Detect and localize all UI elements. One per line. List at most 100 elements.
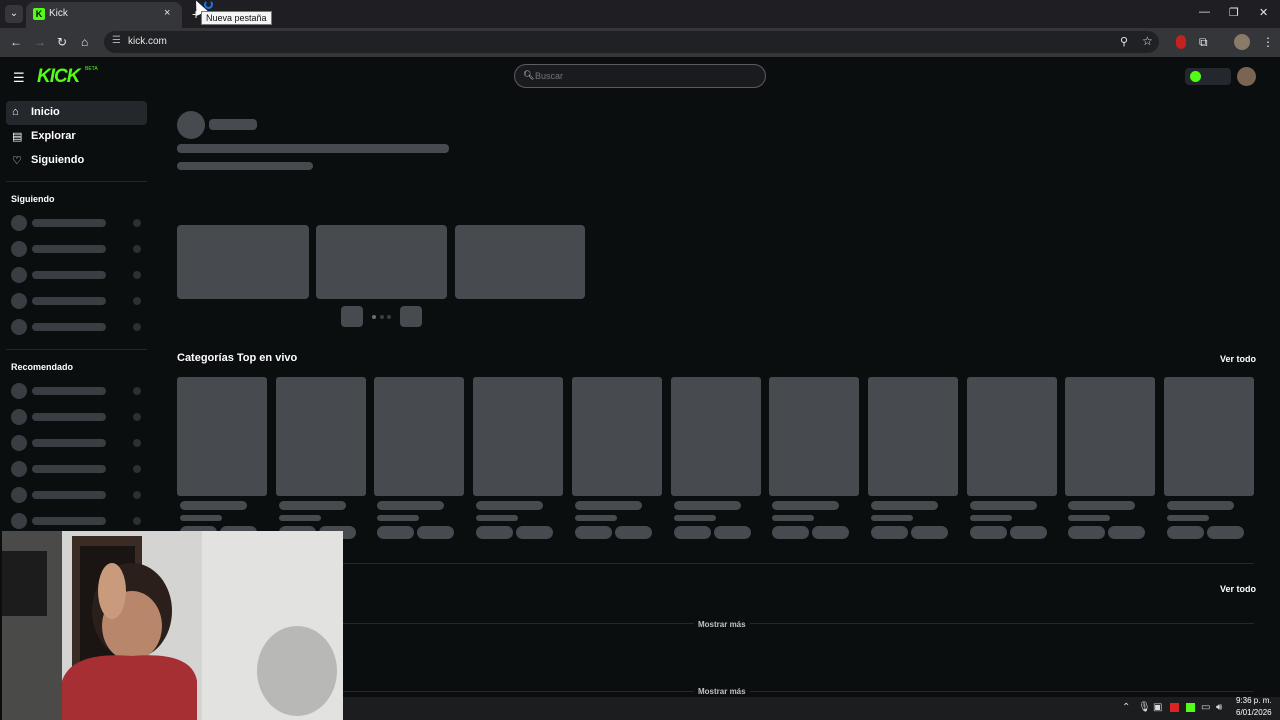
recommended-heading: Recomendado — [11, 362, 74, 372]
new-tab-tooltip: Nueva pestaña — [201, 11, 272, 25]
tray-red-app-icon[interactable] — [1170, 703, 1179, 712]
browser-tab-kick[interactable]: K Kick × — [26, 2, 182, 28]
channel-viewers-skeleton — [133, 439, 141, 447]
sidebar-channel-skeleton[interactable] — [0, 319, 155, 337]
category-card-skeleton[interactable] — [1164, 377, 1254, 496]
channel-avatar-skeleton — [11, 513, 27, 529]
extension-red-icon[interactable] — [1176, 35, 1186, 49]
tab-close-button[interactable]: × — [164, 7, 170, 19]
channel-avatar-skeleton — [11, 241, 27, 257]
category-name-skeleton — [377, 501, 445, 510]
carousel-card-skeleton[interactable] — [316, 225, 447, 299]
carousel-card-skeleton[interactable] — [177, 225, 309, 299]
category-tag-skeleton — [1068, 526, 1106, 539]
category-card-skeleton[interactable] — [374, 377, 465, 496]
restore-button[interactable]: ❐ — [1229, 6, 1239, 19]
back-arrow-icon[interactable]: ← — [10, 35, 22, 49]
tray-app-icon[interactable]: ▣ — [1153, 702, 1162, 713]
search-input[interactable] — [535, 71, 735, 81]
browser-profile-avatar[interactable] — [1234, 34, 1250, 50]
site-info-icon[interactable]: ☰ — [112, 35, 121, 46]
category-card-skeleton[interactable] — [1065, 377, 1156, 496]
category-viewers-skeleton — [574, 515, 617, 521]
carousel-dot[interactable] — [380, 315, 384, 319]
address-bar[interactable]: ☰ kick.com ⚲ ☆ — [104, 31, 1159, 53]
sidebar-channel-skeleton[interactable] — [0, 293, 155, 311]
channel-name-skeleton — [32, 517, 106, 525]
category-tag-skeleton — [1108, 526, 1146, 539]
forward-arrow-icon[interactable]: → — [34, 35, 46, 49]
channel-avatar-skeleton — [11, 383, 27, 399]
volume-icon[interactable]: 🔊︎ — [1216, 702, 1222, 713]
show-more-button[interactable]: Mostrar más — [694, 687, 750, 696]
category-card-skeleton[interactable] — [867, 377, 958, 496]
featured-title-skeleton — [177, 144, 449, 153]
channel-avatar-skeleton — [11, 409, 27, 425]
minimize-button[interactable]: — — [1199, 6, 1210, 18]
sidebar-item-label: Siguiendo — [31, 154, 85, 166]
category-viewers-skeleton — [673, 515, 716, 521]
category-tag-skeleton — [812, 526, 850, 539]
category-card-skeleton[interactable] — [769, 377, 860, 496]
network-icon[interactable]: ▭ — [1201, 702, 1210, 713]
sidebar-channel-skeleton[interactable] — [0, 383, 155, 401]
user-avatar[interactable] — [1237, 67, 1256, 86]
zoom-icon[interactable]: ⚲ — [1120, 35, 1128, 48]
category-card-skeleton[interactable] — [473, 377, 564, 496]
category-viewers-skeleton — [476, 515, 519, 521]
category-tag-skeleton — [614, 526, 652, 539]
category-card-skeleton[interactable] — [670, 377, 761, 496]
channel-name-skeleton — [32, 323, 106, 331]
category-viewers-skeleton — [1167, 515, 1209, 521]
kick-logo[interactable]: KICK — [37, 66, 80, 88]
microphone-icon[interactable]: 🎙︎ — [1138, 702, 1151, 713]
carousel-prev-button[interactable] — [341, 306, 363, 327]
carousel-dot[interactable] — [387, 315, 391, 319]
status-pill[interactable] — [1185, 68, 1231, 85]
sidebar-channel-skeleton[interactable] — [0, 487, 155, 505]
featured-subtitle-skeleton — [177, 162, 313, 170]
category-viewers-skeleton — [772, 515, 815, 521]
sidebar-channel-skeleton[interactable] — [0, 409, 155, 427]
browser-menu-icon[interactable]: ⋮ — [1262, 35, 1274, 49]
search-box[interactable]: 🔍︎ — [514, 64, 766, 88]
sidebar-item-inicio[interactable]: ⌂ Inicio — [6, 101, 147, 125]
channel-avatar-skeleton — [11, 487, 27, 503]
show-more-button[interactable]: Mostrar más — [694, 620, 750, 629]
tab-search-button[interactable]: ⌄ — [5, 5, 23, 23]
hamburger-menu-icon[interactable]: ☰ — [13, 70, 25, 86]
sidebar-channel-skeleton[interactable] — [0, 267, 155, 285]
extensions-puzzle-icon[interactable]: ⧉ — [1199, 35, 1208, 50]
category-viewers-skeleton — [870, 515, 913, 521]
category-card-skeleton[interactable] — [571, 377, 662, 496]
reload-icon[interactable]: ↻ — [57, 35, 67, 49]
view-all-link[interactable]: Ver todo — [1220, 354, 1256, 364]
taskbar-clock-time[interactable]: 9:36 p. m. — [1236, 696, 1272, 705]
category-card-skeleton[interactable] — [966, 377, 1057, 496]
sidebar-channel-skeleton[interactable] — [0, 215, 155, 233]
taskbar-clock-date[interactable]: 6/01/2026 — [1236, 708, 1272, 717]
category-card-skeleton[interactable] — [275, 377, 366, 496]
bookmark-star-icon[interactable]: ☆ — [1142, 34, 1153, 48]
sidebar-channel-skeleton[interactable] — [0, 461, 155, 479]
channel-viewers-skeleton — [133, 517, 141, 525]
view-all-link[interactable]: Ver todo — [1220, 584, 1256, 594]
category-card-skeleton[interactable] — [177, 377, 267, 496]
sidebar-channel-skeleton[interactable] — [0, 241, 155, 259]
sidebar-channel-skeleton[interactable] — [0, 435, 155, 453]
following-heading: Siguiendo — [11, 194, 55, 204]
sidebar-channel-skeleton[interactable] — [0, 513, 155, 531]
category-tag-skeleton — [870, 526, 908, 539]
sidebar-item-siguiendo[interactable]: ♡ Siguiendo — [6, 149, 147, 173]
tray-green-app-icon[interactable] — [1186, 703, 1195, 712]
carousel-next-button[interactable] — [400, 306, 422, 327]
sidebar-item-explorar[interactable]: ▤ Explorar — [6, 125, 147, 149]
carousel-dot[interactable] — [372, 315, 376, 319]
browser-tab-strip: ⌄ K Kick × + Nueva pestaña — ❐ ✕ — [0, 0, 1280, 28]
close-window-button[interactable]: ✕ — [1259, 6, 1268, 19]
tab-title: Kick — [49, 8, 68, 19]
category-viewers-skeleton — [377, 515, 420, 521]
carousel-card-skeleton[interactable] — [455, 225, 585, 299]
home-button-icon[interactable]: ⌂ — [81, 35, 88, 49]
tray-chevron-up-icon[interactable]: ⌃ — [1122, 702, 1130, 713]
